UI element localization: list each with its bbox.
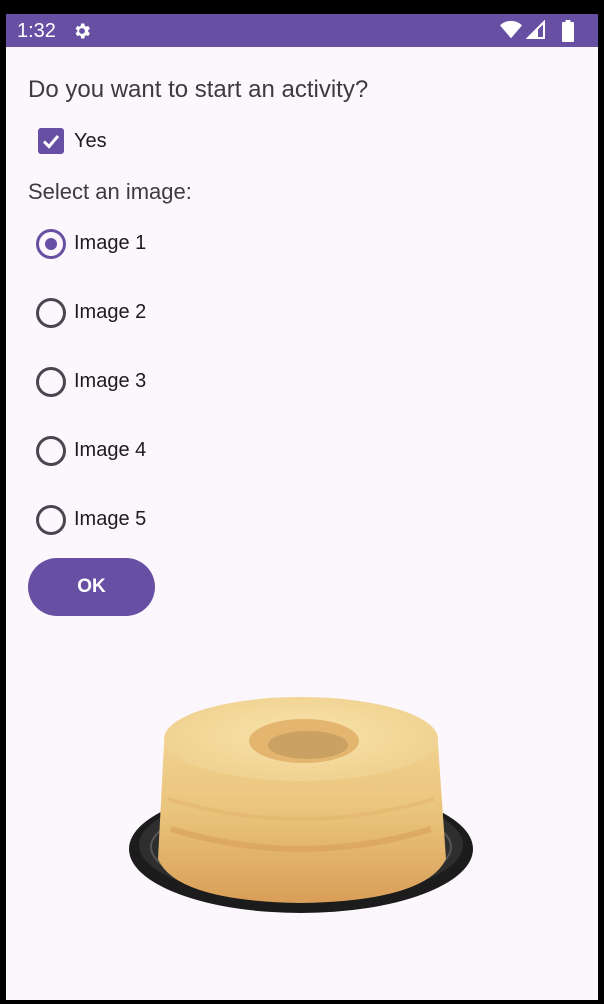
select-image-label: Select an image: — [28, 179, 192, 204]
radio-label: Image 2 — [74, 301, 147, 323]
radio-button[interactable] — [36, 367, 66, 397]
radio-selected-dot — [45, 238, 57, 250]
radio-label: Image 3 — [74, 370, 147, 392]
yes-checkbox-label: Yes — [74, 130, 107, 152]
radio-image-2[interactable]: Image 2 — [36, 298, 236, 328]
radio-label: Image 1 — [74, 232, 147, 254]
signal-icon — [526, 20, 545, 39]
checkmark-icon — [42, 135, 60, 149]
status-bar: 1:32 — [6, 14, 598, 47]
radio-image-4[interactable]: Image 4 — [36, 436, 236, 466]
radio-button[interactable] — [36, 436, 66, 466]
radio-button[interactable] — [36, 505, 66, 535]
radio-label: Image 4 — [74, 439, 147, 461]
activity-question: Do you want to start an activity? — [28, 76, 369, 103]
radio-button[interactable] — [36, 229, 66, 259]
cake-image — [129, 697, 473, 913]
gear-icon — [75, 23, 90, 39]
ok-button[interactable]: OK — [28, 558, 155, 616]
radio-button[interactable] — [36, 298, 66, 328]
wifi-icon — [500, 20, 522, 39]
app-screen: 1:32 Do you want to start an activity? Y… — [6, 14, 598, 1000]
yes-checkbox[interactable] — [38, 128, 64, 154]
status-time: 1:32 — [17, 20, 56, 42]
radio-image-1[interactable]: Image 1 — [36, 229, 236, 259]
radio-label: Image 5 — [74, 508, 147, 530]
radio-image-5[interactable]: Image 5 — [36, 505, 236, 535]
battery-icon — [562, 20, 574, 42]
radio-image-3[interactable]: Image 3 — [36, 367, 236, 397]
